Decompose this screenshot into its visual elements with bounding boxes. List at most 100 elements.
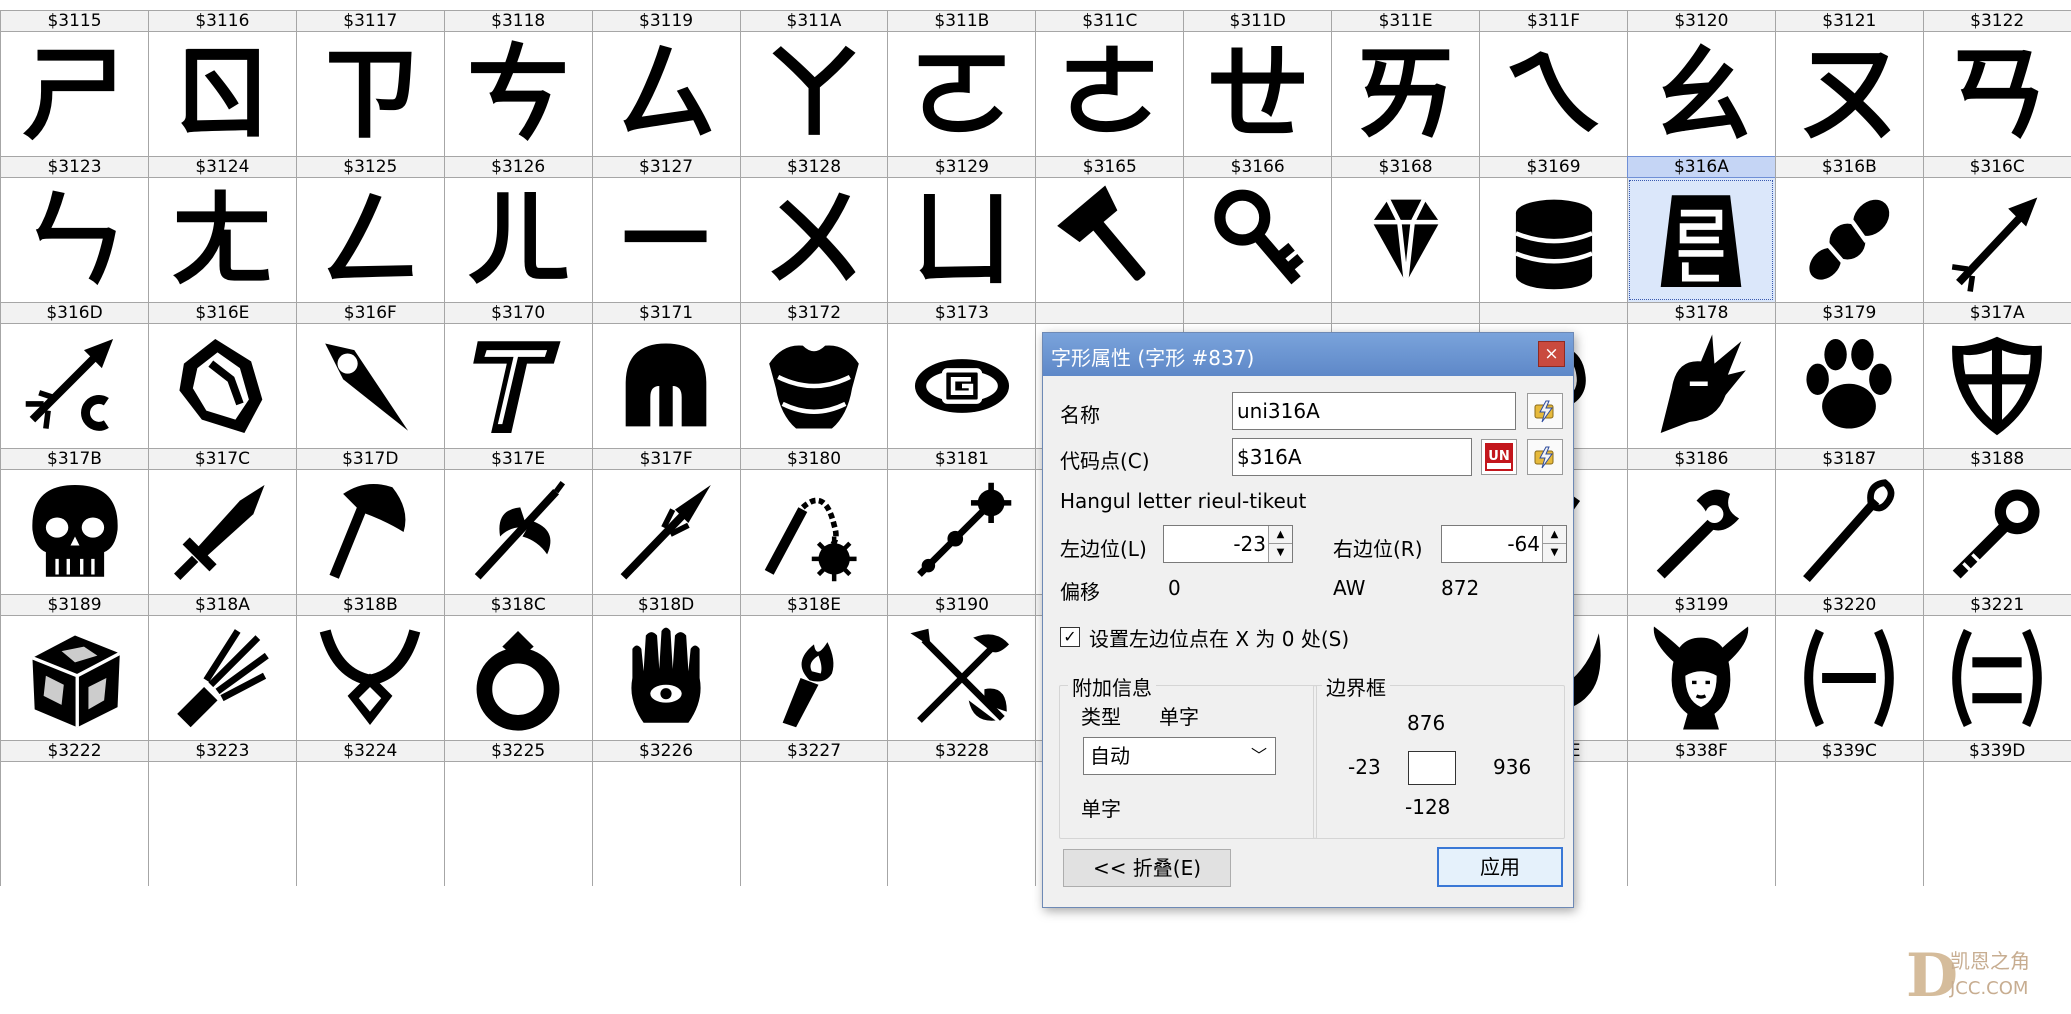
glyph-cell[interactable]: $3125 ㄥ	[295, 156, 444, 302]
glyph-cell[interactable]: $3190	[887, 594, 1036, 740]
glyph-cell[interactable]: $3187	[1774, 448, 1923, 594]
glyph-cell[interactable]: $3129 ㄩ	[887, 156, 1036, 302]
glyph-cell[interactable]: $3118 ㄘ	[443, 10, 592, 156]
glyph-cell[interactable]: $3165	[1035, 156, 1184, 302]
glyph-cell[interactable]: $316B	[1774, 156, 1923, 302]
glyph-cell[interactable]: $316C	[1922, 156, 2071, 302]
glyph-cell[interactable]: $311C ㄜ	[1035, 10, 1184, 156]
glyph-cell[interactable]: $3189	[0, 594, 148, 740]
glyph-cell[interactable]: $3126 ㄦ	[443, 156, 592, 302]
glyph-cell[interactable]: $3181	[887, 448, 1036, 594]
glyph-cell[interactable]: $311E ㄞ	[1331, 10, 1480, 156]
glyph-cell[interactable]: $3121 ㄡ	[1774, 10, 1923, 156]
glyph-code-label: $3187	[1774, 448, 1923, 470]
glyph-cell[interactable]: $3221	[1922, 594, 2071, 740]
glyph-cell[interactable]: $311F ㄟ	[1479, 10, 1627, 156]
spin-down-icon[interactable]: ▼	[1268, 544, 1292, 562]
codepoint-apply-button[interactable]	[1527, 439, 1563, 475]
glyph-cell[interactable]: $3128 ㄨ	[739, 156, 888, 302]
glyph-cell[interactable]: $3179	[1774, 302, 1923, 448]
glyph-cell[interactable]: $3225	[443, 740, 592, 886]
rename-button[interactable]	[1527, 393, 1563, 429]
glyph-cell[interactable]: $3117 ㄗ	[295, 10, 444, 156]
glyph-cell[interactable]: $3228	[887, 740, 1036, 886]
glyph-cell[interactable]: $3123 ㄣ	[0, 156, 148, 302]
apply-button[interactable]: 应用	[1437, 847, 1563, 887]
glyph-cell[interactable]: $316E	[147, 302, 296, 448]
glyph-cell[interactable]: $3178	[1626, 302, 1775, 448]
glyph-cell[interactable]: $3226	[591, 740, 740, 886]
glyph-cell[interactable]: $3227	[739, 740, 888, 886]
glyph-cell[interactable]: $3171	[591, 302, 740, 448]
glyph-cell[interactable]: $3169	[1479, 156, 1627, 302]
glyph-cell[interactable]: $3115 ㄕ	[0, 10, 148, 156]
glyph-cell[interactable]: $3124 ㄤ	[147, 156, 296, 302]
belt-icon	[914, 359, 1009, 413]
glyph-cell[interactable]: $339D	[1922, 740, 2071, 886]
glyph-cell[interactable]: $3170	[443, 302, 592, 448]
spin-down-icon[interactable]: ▼	[1542, 544, 1566, 562]
scepter-icon	[1952, 489, 2040, 579]
glyph-char: ㄕ	[22, 33, 127, 155]
glyph-code-label: $3169	[1479, 156, 1627, 178]
glyph-cell[interactable]: $318C	[443, 594, 592, 740]
rsb-spinner[interactable]: -64 ▲ ▼	[1441, 525, 1567, 563]
glyph-cell[interactable]: $3224	[295, 740, 444, 886]
glyph-code-label: $3189	[0, 594, 148, 616]
glyph-preview: ㄥ	[295, 178, 444, 302]
spin-up-icon[interactable]: ▲	[1268, 526, 1292, 544]
glyph-cell[interactable]: $3168	[1331, 156, 1480, 302]
glyph-cell[interactable]: $317E	[443, 448, 592, 594]
glyph-cell[interactable]: $3166	[1183, 156, 1332, 302]
glyph-cell[interactable]: $3172	[739, 302, 888, 448]
glyph-code-label: $3125	[295, 156, 444, 178]
set-lsb-checkbox[interactable]: ✓	[1060, 627, 1080, 647]
glyph-cell[interactable]: $338F	[1626, 740, 1775, 886]
glyph-grid: $3115 ㄕ $3116 ㄖ $3117 ㄗ $3118 ㄘ $3119 ㄙ $311A ㄚ $311…	[0, 0, 2071, 1014]
dialog-title-bar[interactable]: 字形属性 (字形 #837) ×	[1043, 333, 1573, 376]
glyph-cell[interactable]: $3122 ㄢ	[1922, 10, 2071, 156]
glyph-cell[interactable]: $3127 ㄧ	[591, 156, 740, 302]
glyph-cell[interactable]: $311D ㄝ	[1183, 10, 1332, 156]
arrow-c-icon	[25, 338, 113, 431]
helmet-icon	[625, 343, 707, 427]
glyph-cell[interactable]: $318A	[147, 594, 296, 740]
glyph-cell[interactable]: $311B ㄛ	[887, 10, 1036, 156]
glyph-cell[interactable]: $3119 ㄙ	[591, 10, 740, 156]
glyph-code-label: $317E	[443, 448, 592, 470]
glyph-cell[interactable]: $3120 ㄠ	[1626, 10, 1775, 156]
codepoint-field[interactable]: $316A	[1232, 438, 1472, 476]
glyph-cell[interactable]: $3223	[147, 740, 296, 886]
glyph-cell[interactable]: $3180	[739, 448, 888, 594]
glyph-cell[interactable]: $3173	[887, 302, 1036, 448]
glyph-cell[interactable]: $3116 ㄖ	[147, 10, 296, 156]
glyph-cell[interactable]: $318E	[739, 594, 888, 740]
collapse-button[interactable]: << 折叠(E)	[1063, 849, 1231, 887]
glyph-cell[interactable]: $317F	[591, 448, 740, 594]
glyph-cell[interactable]: $316A	[1626, 156, 1775, 302]
glyph-cell[interactable]: $3220	[1774, 594, 1923, 740]
glyph-cell[interactable]: $3186	[1626, 448, 1775, 594]
glyph-cell[interactable]: $311A ㄚ	[739, 10, 888, 156]
spin-up-icon[interactable]: ▲	[1542, 526, 1566, 544]
glyph-cell[interactable]: $316F	[295, 302, 444, 448]
glyph-cell[interactable]: $317A	[1922, 302, 2071, 448]
name-field[interactable]: uni316A	[1232, 392, 1516, 430]
glyph-cell[interactable]: $318D	[591, 594, 740, 740]
lsb-spinner[interactable]: -23 ▲ ▼	[1163, 525, 1293, 563]
glyph-cell[interactable]: $316D	[0, 302, 148, 448]
close-button[interactable]: ×	[1538, 341, 1565, 367]
type-select[interactable]: 自动 ﹀	[1083, 737, 1276, 775]
glyph-cell[interactable]: $318B	[295, 594, 444, 740]
glyph-cell[interactable]: $3188	[1922, 448, 2071, 594]
unicode-button[interactable]: UN	[1481, 439, 1517, 475]
glyph-cell[interactable]: $317C	[147, 448, 296, 594]
glyph-cell[interactable]: $3222	[0, 740, 148, 886]
glyph-cell[interactable]: $339C	[1774, 740, 1923, 886]
glyph-cell[interactable]: $3199	[1626, 594, 1775, 740]
glyph-code-label: $317A	[1922, 302, 2071, 324]
amulet-icon	[320, 629, 421, 726]
glyph-cell[interactable]: $317D	[295, 448, 444, 594]
glyph-char: ㄨ	[761, 179, 866, 301]
glyph-cell[interactable]: $317B	[0, 448, 148, 594]
